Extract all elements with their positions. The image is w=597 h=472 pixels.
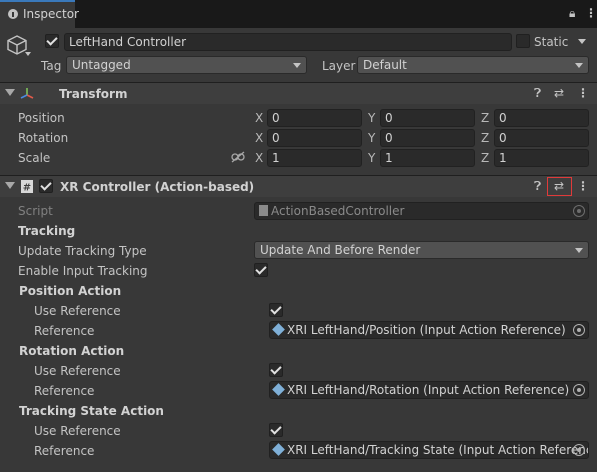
transform-axes-icon	[20, 88, 34, 99]
foldout-arrow-icon[interactable]	[5, 182, 15, 189]
foldout-arrow-icon[interactable]	[5, 89, 15, 96]
axis-z-label[interactable]: Z	[481, 111, 489, 125]
scale-label: Scale	[18, 151, 51, 165]
axis-y-label[interactable]: Y	[368, 131, 375, 145]
link-icon[interactable]	[231, 151, 245, 163]
tag-dropdown[interactable]: Untagged	[66, 56, 307, 74]
scale-x-field[interactable]: 1	[267, 149, 362, 167]
axis-x-label[interactable]: X	[255, 151, 263, 165]
axis-y-label[interactable]: Y	[368, 151, 375, 165]
tracking-state-reference-field[interactable]: XRI LeftHand/Tracking State (Input Actio…	[269, 441, 589, 459]
position-y-field[interactable]: 0	[380, 109, 475, 127]
tracking-state-action-header: Tracking State Action	[19, 404, 164, 418]
update-tracking-value: Update And Before Render	[260, 243, 421, 257]
tracking-header: Tracking	[18, 224, 76, 238]
position-reference-label: Reference	[34, 324, 95, 338]
tab-inspector[interactable]: Inspector	[0, 0, 79, 28]
axis-z-label[interactable]: Z	[481, 131, 489, 145]
presets-icon[interactable]: ⇄	[554, 86, 564, 100]
tracking-state-use-reference-label: Use Reference	[34, 424, 121, 438]
tab-bar: Inspector 🔒︎ ⋮	[0, 0, 597, 28]
object-name-field[interactable]: LeftHand Controller	[64, 33, 512, 51]
script-value: ActionBasedController	[271, 204, 405, 218]
icon-dropdown-arrow[interactable]	[25, 52, 31, 56]
help-icon[interactable]: ❓︎	[534, 86, 541, 100]
static-checkbox[interactable]	[516, 34, 530, 48]
tab-inspector-label: Inspector	[23, 7, 79, 21]
layer-value: Default	[363, 58, 407, 72]
chevron-down-icon	[293, 63, 301, 68]
transform-header[interactable]: Transform ❓︎ ⇄ ⋮	[0, 82, 597, 104]
input-action-icon	[272, 443, 285, 456]
rotation-reference-label: Reference	[34, 384, 95, 398]
scale-z-field[interactable]: 1	[494, 149, 589, 167]
rotation-use-reference-checkbox[interactable]	[269, 363, 283, 377]
cs-script-icon	[259, 205, 268, 216]
layer-dropdown[interactable]: Default	[357, 56, 589, 74]
tag-label: Tag	[41, 59, 62, 73]
xr-controller-header[interactable]: # XR Controller (Action-based) ❓︎ ⇄ ⋮	[0, 175, 597, 197]
rotation-z-field[interactable]: 0	[494, 129, 589, 147]
tracking-state-reference-value: XRI LeftHand/Tracking State (Input Actio…	[287, 443, 589, 457]
object-picker-icon	[573, 205, 585, 217]
position-use-reference-checkbox[interactable]	[269, 303, 283, 317]
enable-input-tracking-checkbox[interactable]	[254, 263, 268, 277]
position-label: Position	[18, 111, 65, 125]
object-picker-icon[interactable]	[573, 384, 585, 396]
position-x-field[interactable]: 0	[267, 109, 362, 127]
rotation-x-field[interactable]: 0	[267, 129, 362, 147]
script-field: ActionBasedController	[254, 202, 589, 220]
update-tracking-label: Update Tracking Type	[18, 244, 147, 258]
rotation-label: Rotation	[18, 131, 69, 145]
more-options-icon[interactable]: ⋮	[577, 179, 589, 193]
chevron-down-icon	[575, 63, 583, 68]
script-label: Script	[18, 204, 53, 218]
axis-y-label[interactable]: Y	[368, 111, 375, 125]
info-icon	[8, 9, 18, 19]
input-action-icon	[272, 323, 285, 336]
more-options-icon[interactable]: ⋮	[585, 6, 597, 20]
rotation-y-field[interactable]: 0	[380, 129, 475, 147]
position-z-field[interactable]: 0	[494, 109, 589, 127]
enable-input-tracking-label: Enable Input Tracking	[18, 264, 148, 278]
xr-controller-title: XR Controller (Action-based)	[60, 180, 255, 194]
axis-z-label[interactable]: Z	[481, 151, 489, 165]
object-picker-icon[interactable]	[573, 324, 585, 336]
rotation-reference-field[interactable]: XRI LeftHand/Rotation (Input Action Refe…	[269, 381, 589, 399]
active-checkbox[interactable]	[45, 34, 59, 48]
rotation-use-reference-label: Use Reference	[34, 364, 121, 378]
layer-label: Layer	[322, 59, 356, 73]
more-options-icon[interactable]: ⋮	[577, 86, 589, 100]
position-use-reference-label: Use Reference	[34, 304, 121, 318]
transform-title: Transform	[59, 87, 128, 101]
tag-value: Untagged	[72, 58, 131, 72]
input-action-icon	[272, 383, 285, 396]
rotation-action-header: Rotation Action	[19, 344, 125, 358]
chevron-down-icon	[575, 248, 583, 253]
position-reference-field[interactable]: XRI LeftHand/Position (Input Action Refe…	[269, 321, 589, 339]
tracking-state-reference-label: Reference	[34, 444, 95, 458]
rotation-reference-value: XRI LeftHand/Rotation (Input Action Refe…	[287, 383, 570, 397]
presets-icon[interactable]: ⇄	[554, 179, 564, 193]
help-icon[interactable]: ❓︎	[534, 179, 541, 193]
axis-x-label[interactable]: X	[255, 111, 263, 125]
script-hash-icon: #	[21, 180, 33, 194]
lock-icon[interactable]: 🔒︎	[569, 6, 575, 21]
axis-x-label[interactable]: X	[255, 131, 263, 145]
static-label: Static	[534, 35, 569, 49]
scale-y-field[interactable]: 1	[380, 149, 475, 167]
update-tracking-dropdown[interactable]: Update And Before Render	[254, 241, 589, 259]
tracking-state-use-reference-checkbox[interactable]	[269, 423, 283, 437]
component-enabled-checkbox[interactable]	[39, 179, 53, 193]
static-dropdown-arrow[interactable]	[578, 39, 586, 44]
position-reference-value: XRI LeftHand/Position (Input Action Refe…	[287, 323, 566, 337]
position-action-header: Position Action	[19, 284, 122, 298]
object-picker-icon[interactable]	[573, 444, 585, 456]
svg-text:#: #	[23, 183, 31, 194]
